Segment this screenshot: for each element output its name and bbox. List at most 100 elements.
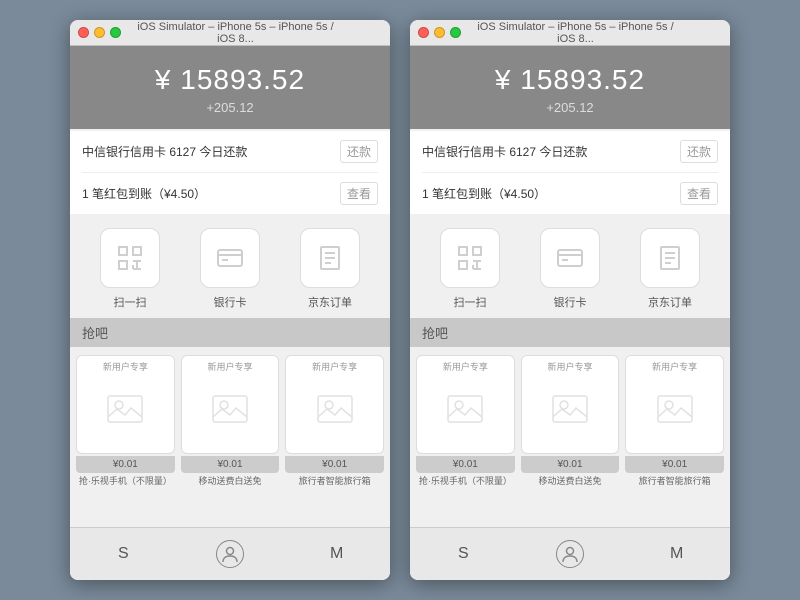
- nav-label-m-left: M: [330, 545, 343, 563]
- card-price-1-right: ¥0.01: [521, 456, 620, 473]
- simulator-window-right: iOS Simulator – iPhone 5s – iPhone 5s / …: [410, 20, 730, 580]
- maximize-button-right[interactable]: [450, 27, 461, 38]
- balance-amount-left: ¥ 15893.52: [70, 64, 390, 96]
- card-title-2-right: 旅行者智能旅行箱: [639, 476, 711, 488]
- balance-section-right: ¥ 15893.52 +205.12: [410, 46, 730, 129]
- icon-box-scan-left: [100, 228, 160, 288]
- notifications-right: 中信银行信用卡 6127 今日还款 还款 1 笔红包到账（¥4.50） 查看: [410, 131, 730, 214]
- window-controls-left: [78, 27, 121, 38]
- icon-label-scan-left: 扫一扫: [114, 294, 147, 310]
- cards-grid-right: 新用户专享 ¥0.01 抢·乐视手机（不限量） 新用户专享: [410, 347, 730, 495]
- phone-screen-left: ¥ 15893.52 +205.12 中信银行信用卡 6127 今日还款 还款 …: [70, 46, 390, 580]
- cards-grid-left: 新用户专享 ¥0.01 抢·乐视手机（不限量） 新用户专享: [70, 347, 390, 495]
- icon-grid-right: 扫一扫 银行卡: [410, 214, 730, 318]
- card-title-0-left: 抢·乐视手机（不限量）: [79, 476, 172, 488]
- balance-amount-right: ¥ 15893.52: [410, 64, 730, 96]
- icon-label-card-left: 银行卡: [214, 294, 247, 310]
- nav-item-person-left[interactable]: [210, 536, 250, 572]
- icon-box-card-right: [540, 228, 600, 288]
- nav-item-s-right[interactable]: S: [443, 536, 483, 572]
- card-price-2-right: ¥0.01: [625, 456, 724, 473]
- card-top-label-2-left: 新用户专享: [286, 360, 383, 373]
- card-price-0-right: ¥0.01: [416, 456, 515, 473]
- icon-box-card-left: [200, 228, 260, 288]
- notification-text-1-left: 1 笔红包到账（¥4.50）: [82, 185, 206, 202]
- icon-label-order-left: 京东订单: [308, 294, 352, 310]
- balance-change-left: +205.12: [70, 100, 390, 115]
- bottom-nav-right: S M: [410, 527, 730, 580]
- card-item-1-left[interactable]: 新用户专享 ¥0.01 移动送费白送免: [181, 355, 280, 487]
- icon-item-card-right[interactable]: 银行卡: [540, 228, 600, 310]
- minimize-button-right[interactable]: [434, 27, 445, 38]
- icon-label-card-right: 银行卡: [554, 294, 587, 310]
- notification-action-1-right[interactable]: 查看: [680, 182, 718, 205]
- card-item-1-right[interactable]: 新用户专享 ¥0.01 移动送费白送免: [521, 355, 620, 487]
- title-bar-right: iOS Simulator – iPhone 5s – iPhone 5s / …: [410, 20, 730, 46]
- notification-text-0-left: 中信银行信用卡 6127 今日还款: [82, 143, 247, 160]
- card-top-label-1-right: 新用户专享: [522, 360, 619, 373]
- card-box-1-left: 新用户专享: [181, 355, 280, 454]
- icon-box-scan-right: [440, 228, 500, 288]
- icon-item-order-right[interactable]: 京东订单: [640, 228, 700, 310]
- nav-item-m-right[interactable]: M: [657, 536, 697, 572]
- icon-grid-left: 扫一扫 银行卡: [70, 214, 390, 318]
- nav-item-m-left[interactable]: M: [317, 536, 357, 572]
- icon-item-card-left[interactable]: 银行卡: [200, 228, 260, 310]
- phone-screen-right: ¥ 15893.52 +205.12 中信银行信用卡 6127 今日还款 还款 …: [410, 46, 730, 580]
- card-top-label-0-left: 新用户专享: [77, 360, 174, 373]
- notification-text-1-right: 1 笔红包到账（¥4.50）: [422, 185, 546, 202]
- section-header-left: 抢吧: [70, 318, 390, 347]
- nav-label-s-left: S: [118, 545, 129, 563]
- notifications-left: 中信银行信用卡 6127 今日还款 还款 1 笔红包到账（¥4.50） 查看: [70, 131, 390, 214]
- nav-item-s-left[interactable]: S: [103, 536, 143, 572]
- close-button-right[interactable]: [418, 27, 429, 38]
- title-bar-text-right: iOS Simulator – iPhone 5s – iPhone 5s / …: [469, 21, 682, 45]
- notification-text-0-right: 中信银行信用卡 6127 今日还款: [422, 143, 587, 160]
- icon-label-order-right: 京东订单: [648, 294, 692, 310]
- maximize-button[interactable]: [110, 27, 121, 38]
- bottom-nav-left: S M: [70, 527, 390, 580]
- balance-section-left: ¥ 15893.52 +205.12: [70, 46, 390, 129]
- notification-row-1-right: 1 笔红包到账（¥4.50） 查看: [422, 173, 718, 214]
- notification-action-0-left[interactable]: 还款: [340, 140, 378, 163]
- simulator-window-left: iOS Simulator – iPhone 5s – iPhone 5s / …: [70, 20, 390, 580]
- title-bar-left: iOS Simulator – iPhone 5s – iPhone 5s / …: [70, 20, 390, 46]
- card-price-0-left: ¥0.01: [76, 456, 175, 473]
- nav-item-person-right[interactable]: [550, 536, 590, 572]
- card-item-2-right[interactable]: 新用户专享 ¥0.01 旅行者智能旅行箱: [625, 355, 724, 487]
- minimize-button[interactable]: [94, 27, 105, 38]
- card-box-0-left: 新用户专享: [76, 355, 175, 454]
- card-price-1-left: ¥0.01: [181, 456, 280, 473]
- card-box-0-right: 新用户专享: [416, 355, 515, 454]
- card-box-1-right: 新用户专享: [521, 355, 620, 454]
- card-top-label-2-right: 新用户专享: [626, 360, 723, 373]
- card-title-1-right: 移动送费白送免: [539, 476, 602, 488]
- close-button[interactable]: [78, 27, 89, 38]
- icon-item-scan-right[interactable]: 扫一扫: [440, 228, 500, 310]
- balance-change-right: +205.12: [410, 100, 730, 115]
- card-item-0-left[interactable]: 新用户专享 ¥0.01 抢·乐视手机（不限量）: [76, 355, 175, 487]
- card-price-2-left: ¥0.01: [285, 456, 384, 473]
- icon-box-order-left: [300, 228, 360, 288]
- card-box-2-left: 新用户专享: [285, 355, 384, 454]
- icon-item-order-left[interactable]: 京东订单: [300, 228, 360, 310]
- card-title-0-right: 抢·乐视手机（不限量）: [419, 476, 512, 488]
- card-title-2-left: 旅行者智能旅行箱: [299, 476, 371, 488]
- card-item-2-left[interactable]: 新用户专享 ¥0.01 旅行者智能旅行箱: [285, 355, 384, 487]
- notification-row-0-left: 中信银行信用卡 6127 今日还款 还款: [82, 131, 378, 173]
- title-bar-text-left: iOS Simulator – iPhone 5s – iPhone 5s / …: [129, 21, 342, 45]
- person-icon-right: [556, 540, 584, 568]
- notification-row-1-left: 1 笔红包到账（¥4.50） 查看: [82, 173, 378, 214]
- nav-label-s-right: S: [458, 545, 469, 563]
- icon-item-scan-left[interactable]: 扫一扫: [100, 228, 160, 310]
- icon-label-scan-right: 扫一扫: [454, 294, 487, 310]
- notification-row-0-right: 中信银行信用卡 6127 今日还款 还款: [422, 131, 718, 173]
- notification-action-0-right[interactable]: 还款: [680, 140, 718, 163]
- card-box-2-right: 新用户专享: [625, 355, 724, 454]
- notification-action-1-left[interactable]: 查看: [340, 182, 378, 205]
- card-item-0-right[interactable]: 新用户专享 ¥0.01 抢·乐视手机（不限量）: [416, 355, 515, 487]
- person-icon-left: [216, 540, 244, 568]
- window-controls-right: [418, 27, 461, 38]
- card-top-label-1-left: 新用户专享: [182, 360, 279, 373]
- nav-label-m-right: M: [670, 545, 683, 563]
